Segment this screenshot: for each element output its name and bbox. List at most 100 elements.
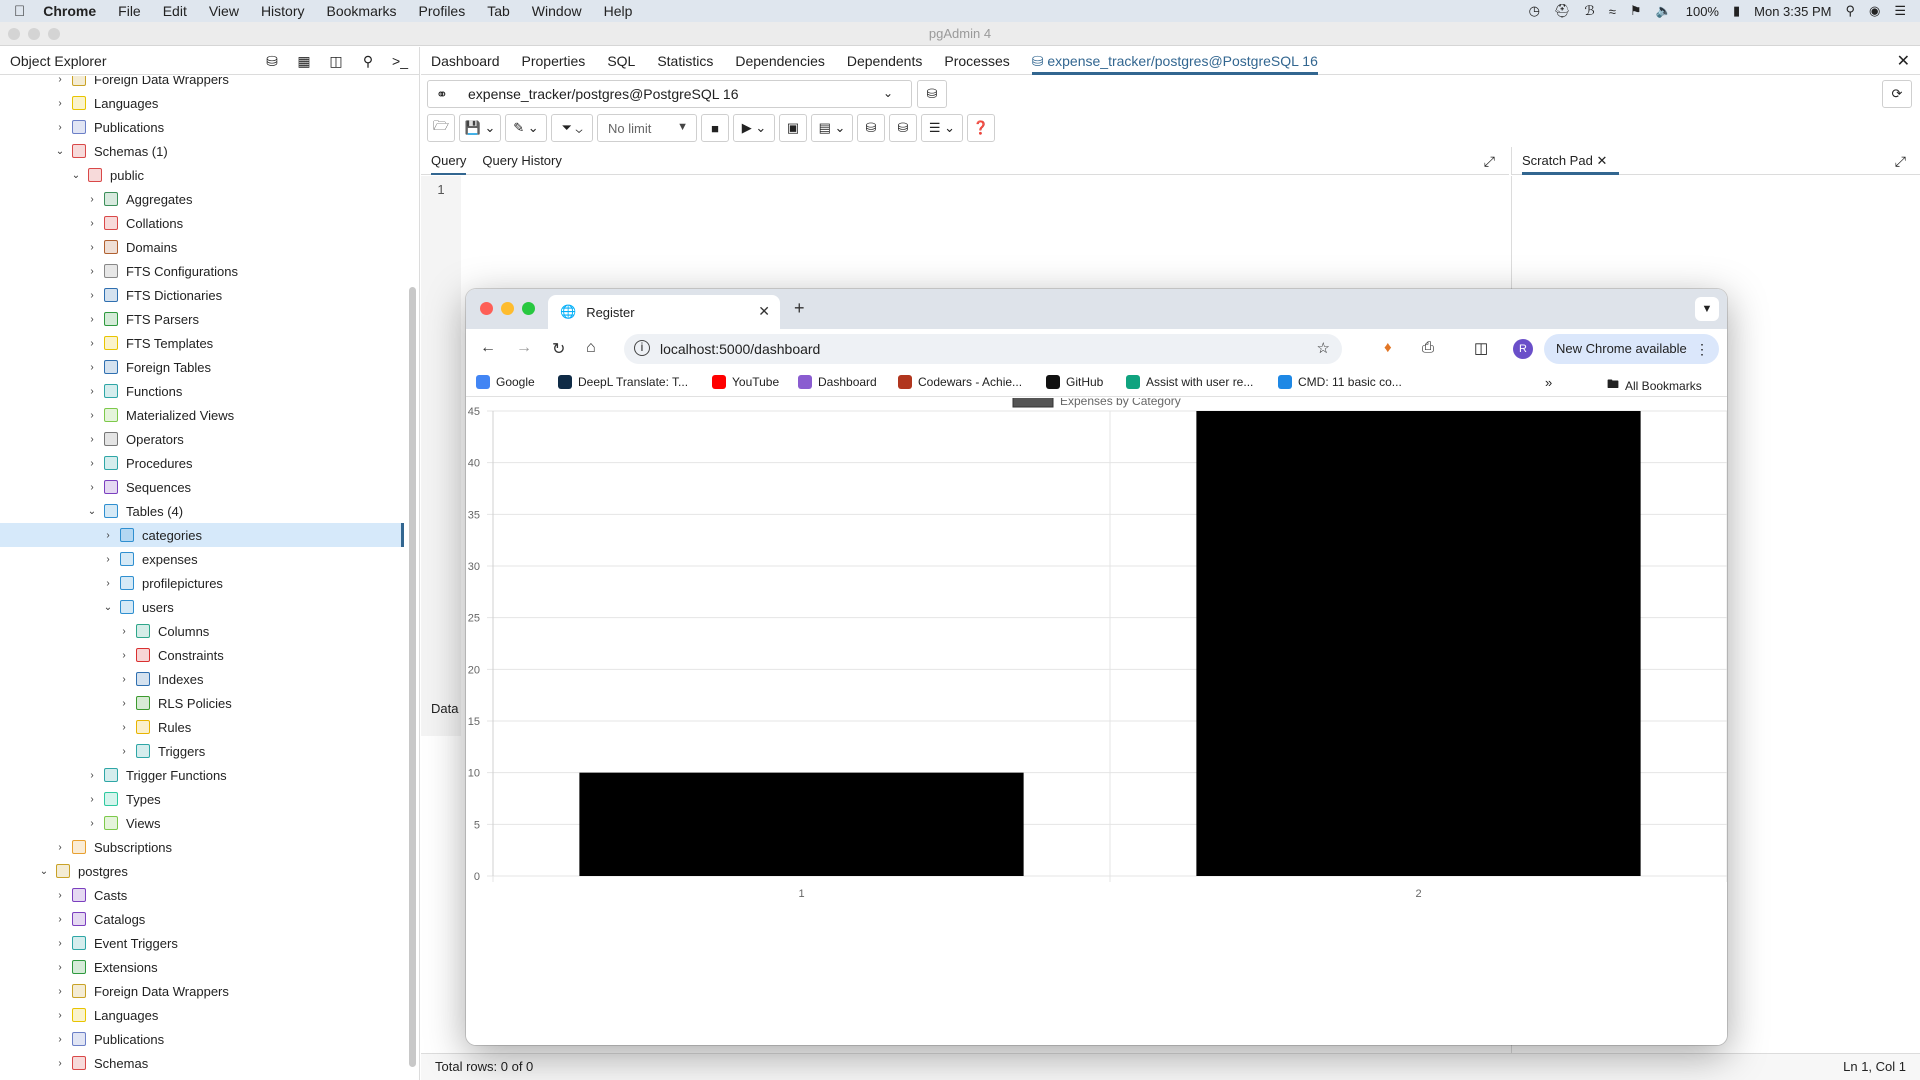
tree-node-postgres[interactable]: ⌄ postgres xyxy=(0,859,404,883)
tree-node-schemas-1[interactable]: ⌄ Schemas (1) xyxy=(0,139,404,163)
tab-query[interactable]: Query xyxy=(431,147,467,175)
tree-node-foreign-tables[interactable]: › Foreign Tables xyxy=(0,355,404,379)
chevron-right-icon[interactable]: › xyxy=(86,410,98,421)
flag-icon[interactable]: ⚑ xyxy=(1630,3,1642,19)
bookmark-assist-with-user-re[interactable]: Assist with user re... xyxy=(1126,375,1253,389)
stop-button[interactable]: ■ xyxy=(701,114,729,142)
tree-node-categories[interactable]: › categories xyxy=(0,523,404,547)
tree-node-languages[interactable]: › Languages xyxy=(0,1003,404,1027)
tree-node-triggers[interactable]: › Triggers xyxy=(0,739,404,763)
all-bookmarks-button[interactable]: 🖿 All Bookmarks xyxy=(1607,375,1702,396)
menu-edit[interactable]: Edit xyxy=(163,3,187,19)
siri-icon[interactable]: ◉ xyxy=(1869,3,1880,19)
reload-icon[interactable]: ↻ xyxy=(552,339,565,359)
tree-node-event-triggers[interactable]: › Event Triggers xyxy=(0,931,404,955)
tree-node-fts-dictionaries[interactable]: › FTS Dictionaries xyxy=(0,283,404,307)
profile-avatar[interactable]: R xyxy=(1513,339,1533,359)
menu-tab[interactable]: Tab xyxy=(487,3,510,19)
menu-history[interactable]: History xyxy=(261,3,305,19)
explain-button[interactable]: ▣ xyxy=(779,114,807,142)
database-query-tool-icon[interactable]: ⛁ xyxy=(261,50,283,72)
tree-node-indexes[interactable]: › Indexes xyxy=(0,667,404,691)
object-explorer-scrollbar[interactable] xyxy=(409,287,416,1067)
chevron-right-icon[interactable]: › xyxy=(54,1034,66,1045)
chevron-right-icon[interactable]: › xyxy=(54,890,66,901)
row-limit-select[interactable]: No limit ▼ xyxy=(597,114,697,142)
bookmark-deepl-translate-t[interactable]: DeepL Translate: T... xyxy=(558,375,688,389)
execute-button[interactable]: ▶ ⌄ xyxy=(733,114,775,142)
tab-query-history[interactable]: Query History xyxy=(482,147,561,175)
chevron-right-icon[interactable]: › xyxy=(118,746,130,757)
tree-node-sequences[interactable]: › Sequences xyxy=(0,475,404,499)
docker-icon[interactable]: ⛑ xyxy=(1554,3,1571,19)
expand-icon[interactable]: ⤢ xyxy=(1484,153,1495,170)
chevron-right-icon[interactable]: › xyxy=(86,458,98,469)
zoom-window-button[interactable] xyxy=(48,28,60,40)
back-icon[interactable]: ← xyxy=(480,339,496,357)
home-icon[interactable]: ⌂ xyxy=(586,339,596,357)
clock[interactable]: Mon 3:35 PM xyxy=(1754,4,1831,19)
chevron-down-icon[interactable]: ⌄ xyxy=(54,146,66,157)
forward-icon[interactable]: → xyxy=(516,339,532,357)
tab-dependencies[interactable]: Dependencies xyxy=(735,47,825,75)
new-connection-button[interactable]: ⛁ xyxy=(917,80,947,108)
tree-node-rls-policies[interactable]: › RLS Policies xyxy=(0,691,404,715)
minimize-window-button[interactable] xyxy=(501,302,514,315)
address-bar[interactable]: i localhost:5000/dashboard ☆ xyxy=(624,334,1342,364)
bluetooth-icon[interactable]: ℬ xyxy=(1585,3,1595,19)
tab-statistics[interactable]: Statistics xyxy=(657,47,713,75)
chevron-right-icon[interactable]: › xyxy=(54,76,66,85)
commit-button[interactable]: ⛁ xyxy=(857,114,885,142)
tree-node-collations[interactable]: › Collations xyxy=(0,211,404,235)
tree-node-rules[interactable]: › Rules xyxy=(0,715,404,739)
tab-sql[interactable]: SQL xyxy=(607,47,635,75)
chevron-right-icon[interactable]: › xyxy=(54,1010,66,1021)
explain-analyze-button[interactable]: ▤ ⌄ xyxy=(811,114,853,142)
spotlight-search-icon[interactable]: ⚲ xyxy=(1845,3,1855,19)
data-output-tab[interactable]: Data xyxy=(421,695,458,723)
menu-profiles[interactable]: Profiles xyxy=(419,3,466,19)
edit-button[interactable]: ✎ ⌄ xyxy=(505,114,547,142)
tree-node-aggregates[interactable]: › Aggregates xyxy=(0,187,404,211)
chevron-right-icon[interactable]: › xyxy=(118,698,130,709)
tab-properties[interactable]: Properties xyxy=(522,47,586,75)
refresh-button[interactable]: ⟳ xyxy=(1882,80,1912,108)
new-tab-icon[interactable]: + xyxy=(794,298,805,319)
close-window-button[interactable] xyxy=(8,28,20,40)
tree-node-public[interactable]: ⌄ public xyxy=(0,163,404,187)
close-icon[interactable]: ✕ xyxy=(1596,153,1607,168)
tree-node-views[interactable]: › Views xyxy=(0,811,404,835)
chevron-right-icon[interactable]: › xyxy=(86,314,98,325)
chevron-right-icon[interactable]: › xyxy=(118,626,130,637)
expand-icon[interactable]: ⤢ xyxy=(1895,153,1906,170)
tree-node-foreign-data-wrappers[interactable]: › Foreign Data Wrappers xyxy=(0,76,404,91)
chevron-right-icon[interactable]: › xyxy=(118,722,130,733)
tree-node-languages[interactable]: › Languages xyxy=(0,91,404,115)
bookmark-github[interactable]: GitHub xyxy=(1046,375,1103,389)
bookmark-youtube[interactable]: YouTube xyxy=(712,375,779,389)
volume-icon[interactable]: 🔈 xyxy=(1656,3,1672,19)
menu-window[interactable]: Window xyxy=(532,3,582,19)
menu-view[interactable]: View xyxy=(209,3,239,19)
chevron-right-icon[interactable]: › xyxy=(86,338,98,349)
chevron-right-icon[interactable]: › xyxy=(86,242,98,253)
tree-node-catalogs[interactable]: › Catalogs xyxy=(0,907,404,931)
tree-node-publications[interactable]: › Publications xyxy=(0,1027,404,1051)
tree-node-operators[interactable]: › Operators xyxy=(0,427,404,451)
bookmark-dashboard[interactable]: Dashboard xyxy=(798,375,877,389)
tree-node-publications[interactable]: › Publications xyxy=(0,115,404,139)
tree-node-columns[interactable]: › Columns xyxy=(0,619,404,643)
chevron-right-icon[interactable]: › xyxy=(54,98,66,109)
tree-node-expenses[interactable]: › expenses xyxy=(0,547,404,571)
tree-node-tables-4[interactable]: ⌄ Tables (4) xyxy=(0,499,404,523)
more-bookmarks-icon[interactable]: » xyxy=(1545,375,1552,390)
wifi-icon[interactable]: ≈ xyxy=(1609,4,1616,19)
minimize-window-button[interactable] xyxy=(28,28,40,40)
view-data-icon[interactable]: ▦ xyxy=(293,50,315,72)
close-tab-icon[interactable]: ✕ xyxy=(1897,51,1910,71)
chevron-right-icon[interactable]: › xyxy=(86,194,98,205)
chevron-right-icon[interactable]: › xyxy=(54,986,66,997)
side-panel-icon[interactable]: ◫ xyxy=(1474,339,1488,357)
chevron-right-icon[interactable]: › xyxy=(86,434,98,445)
tree-node-users[interactable]: ⌄ users xyxy=(0,595,404,619)
